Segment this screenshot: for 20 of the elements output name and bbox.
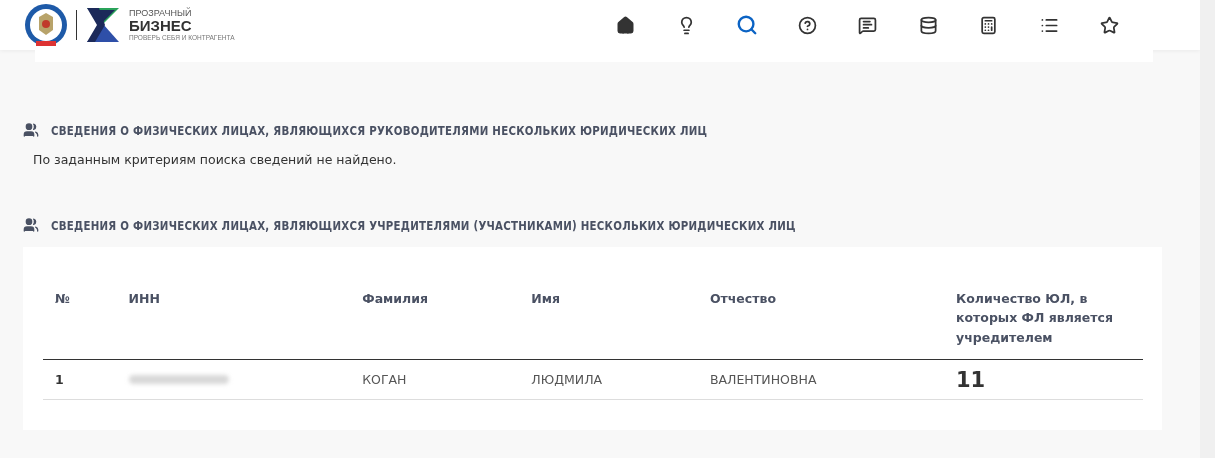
column-header: Количество ЮЛ, в которых ФЛ является учредителем xyxy=(944,279,1143,360)
table-cell: 1 xyxy=(43,359,117,400)
column-header: ИНН xyxy=(116,279,351,360)
column-header: № xyxy=(43,279,117,360)
section-title: СВЕДЕНИЯ О ФИЗИЧЕСКИХ ЛИЦАХ, ЯВЛЯЮЩИХСЯ РУКОВОДИТЕЛЯМИ НЕСКОЛЬКИХ ЮРИДИЧЕСКИХ ЛИЦ xyxy=(51,122,708,138)
logo-title: БИЗНЕС xyxy=(129,17,193,33)
table-cell: 11 xyxy=(944,359,1143,400)
logo-subtitle: ПРОЗРАЧНЫЙ xyxy=(129,8,193,18)
table-cell: КОГАН xyxy=(350,359,520,400)
empty-message: По заданным критериям поиска сведений не найдено. xyxy=(33,152,398,167)
users-icon xyxy=(23,217,39,233)
table-cell: ВАЛЕНТИНОВНА xyxy=(697,359,944,400)
section-title: СВЕДЕНИЯ О ФИЗИЧЕСКИХ ЛИЦАХ, ЯВЛЯЮЩИХСЯ УЧРЕДИТЕЛЯМИ (УЧАСТНИКАМИ) НЕСКОЛЬКИХ ЮРИДИЧЕСКИХ ЛИЦ xyxy=(51,217,796,233)
users-icon xyxy=(23,122,39,138)
logo-icon xyxy=(85,6,121,44)
table-cell: ЛЮДМИЛА xyxy=(519,359,698,400)
column-header: Отчество xyxy=(697,279,944,360)
column-header: Фамилия xyxy=(350,279,520,360)
emblem-icon xyxy=(24,3,68,47)
column-header: Имя xyxy=(519,279,698,360)
